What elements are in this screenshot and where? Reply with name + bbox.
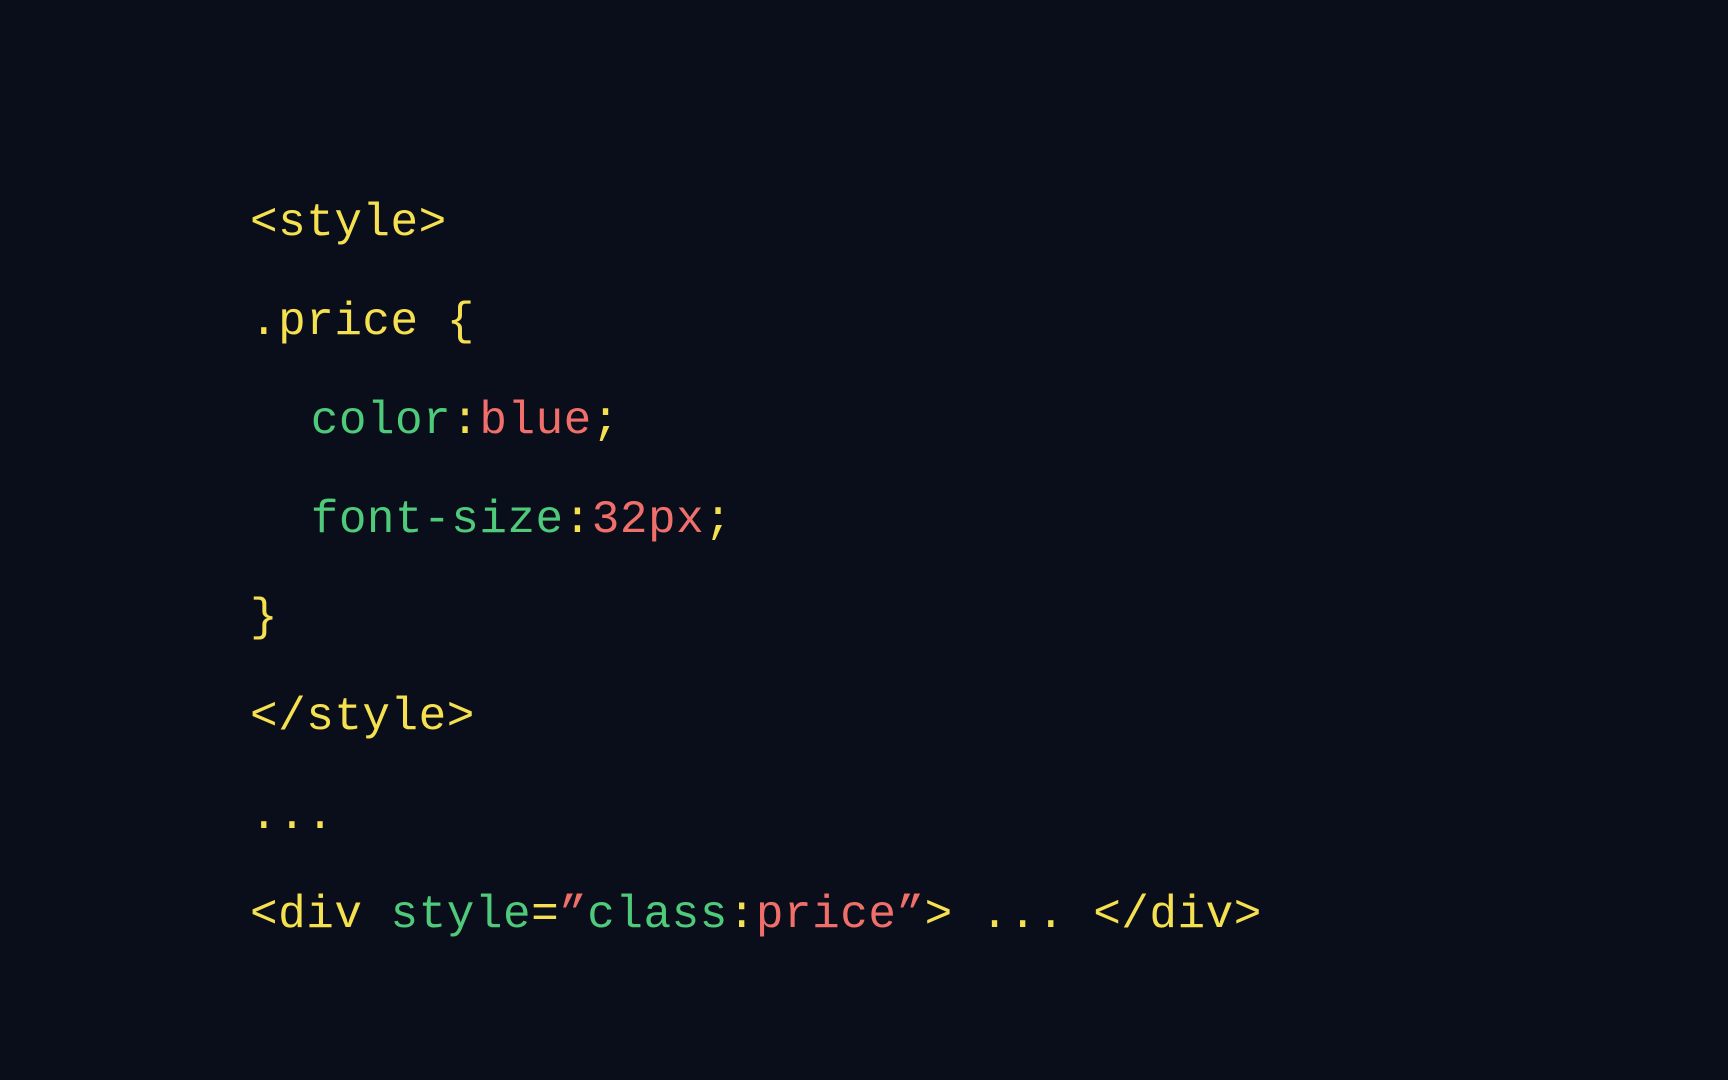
equals: = [531, 889, 559, 941]
style-open-tag: <style> [250, 197, 447, 249]
ellipsis: ... [250, 790, 334, 842]
quote-close: ” [896, 889, 924, 941]
colon: : [564, 494, 592, 546]
css-value-32px: 32px [592, 494, 704, 546]
attribute-highlight: style=”class:price” [391, 866, 925, 965]
style-close-tag: </style> [250, 691, 475, 743]
div-open-end: > [925, 889, 953, 941]
semicolon: ; [704, 494, 732, 546]
css-selector: .price [250, 296, 419, 348]
brace-open: { [419, 296, 475, 348]
code-snippet: <style> .price { color:blue; font-size:3… [250, 75, 1262, 965]
selector-highlight: .price [250, 273, 419, 372]
colon: : [728, 889, 756, 941]
quote-open: ” [559, 889, 587, 941]
css-value-blue: blue [479, 395, 591, 447]
css-property-color: color [311, 395, 452, 447]
attr-name-style: style [391, 889, 532, 941]
colon: : [451, 395, 479, 447]
brace-close: } [250, 592, 278, 644]
css-property-fontsize: font-size [311, 494, 564, 546]
attr-inner-name: class [587, 889, 728, 941]
div-close: </div> [1093, 889, 1262, 941]
div-open-start: <div [250, 889, 391, 941]
div-content: ... [953, 889, 1094, 941]
attr-inner-value: price [756, 889, 897, 941]
semicolon: ; [592, 395, 620, 447]
